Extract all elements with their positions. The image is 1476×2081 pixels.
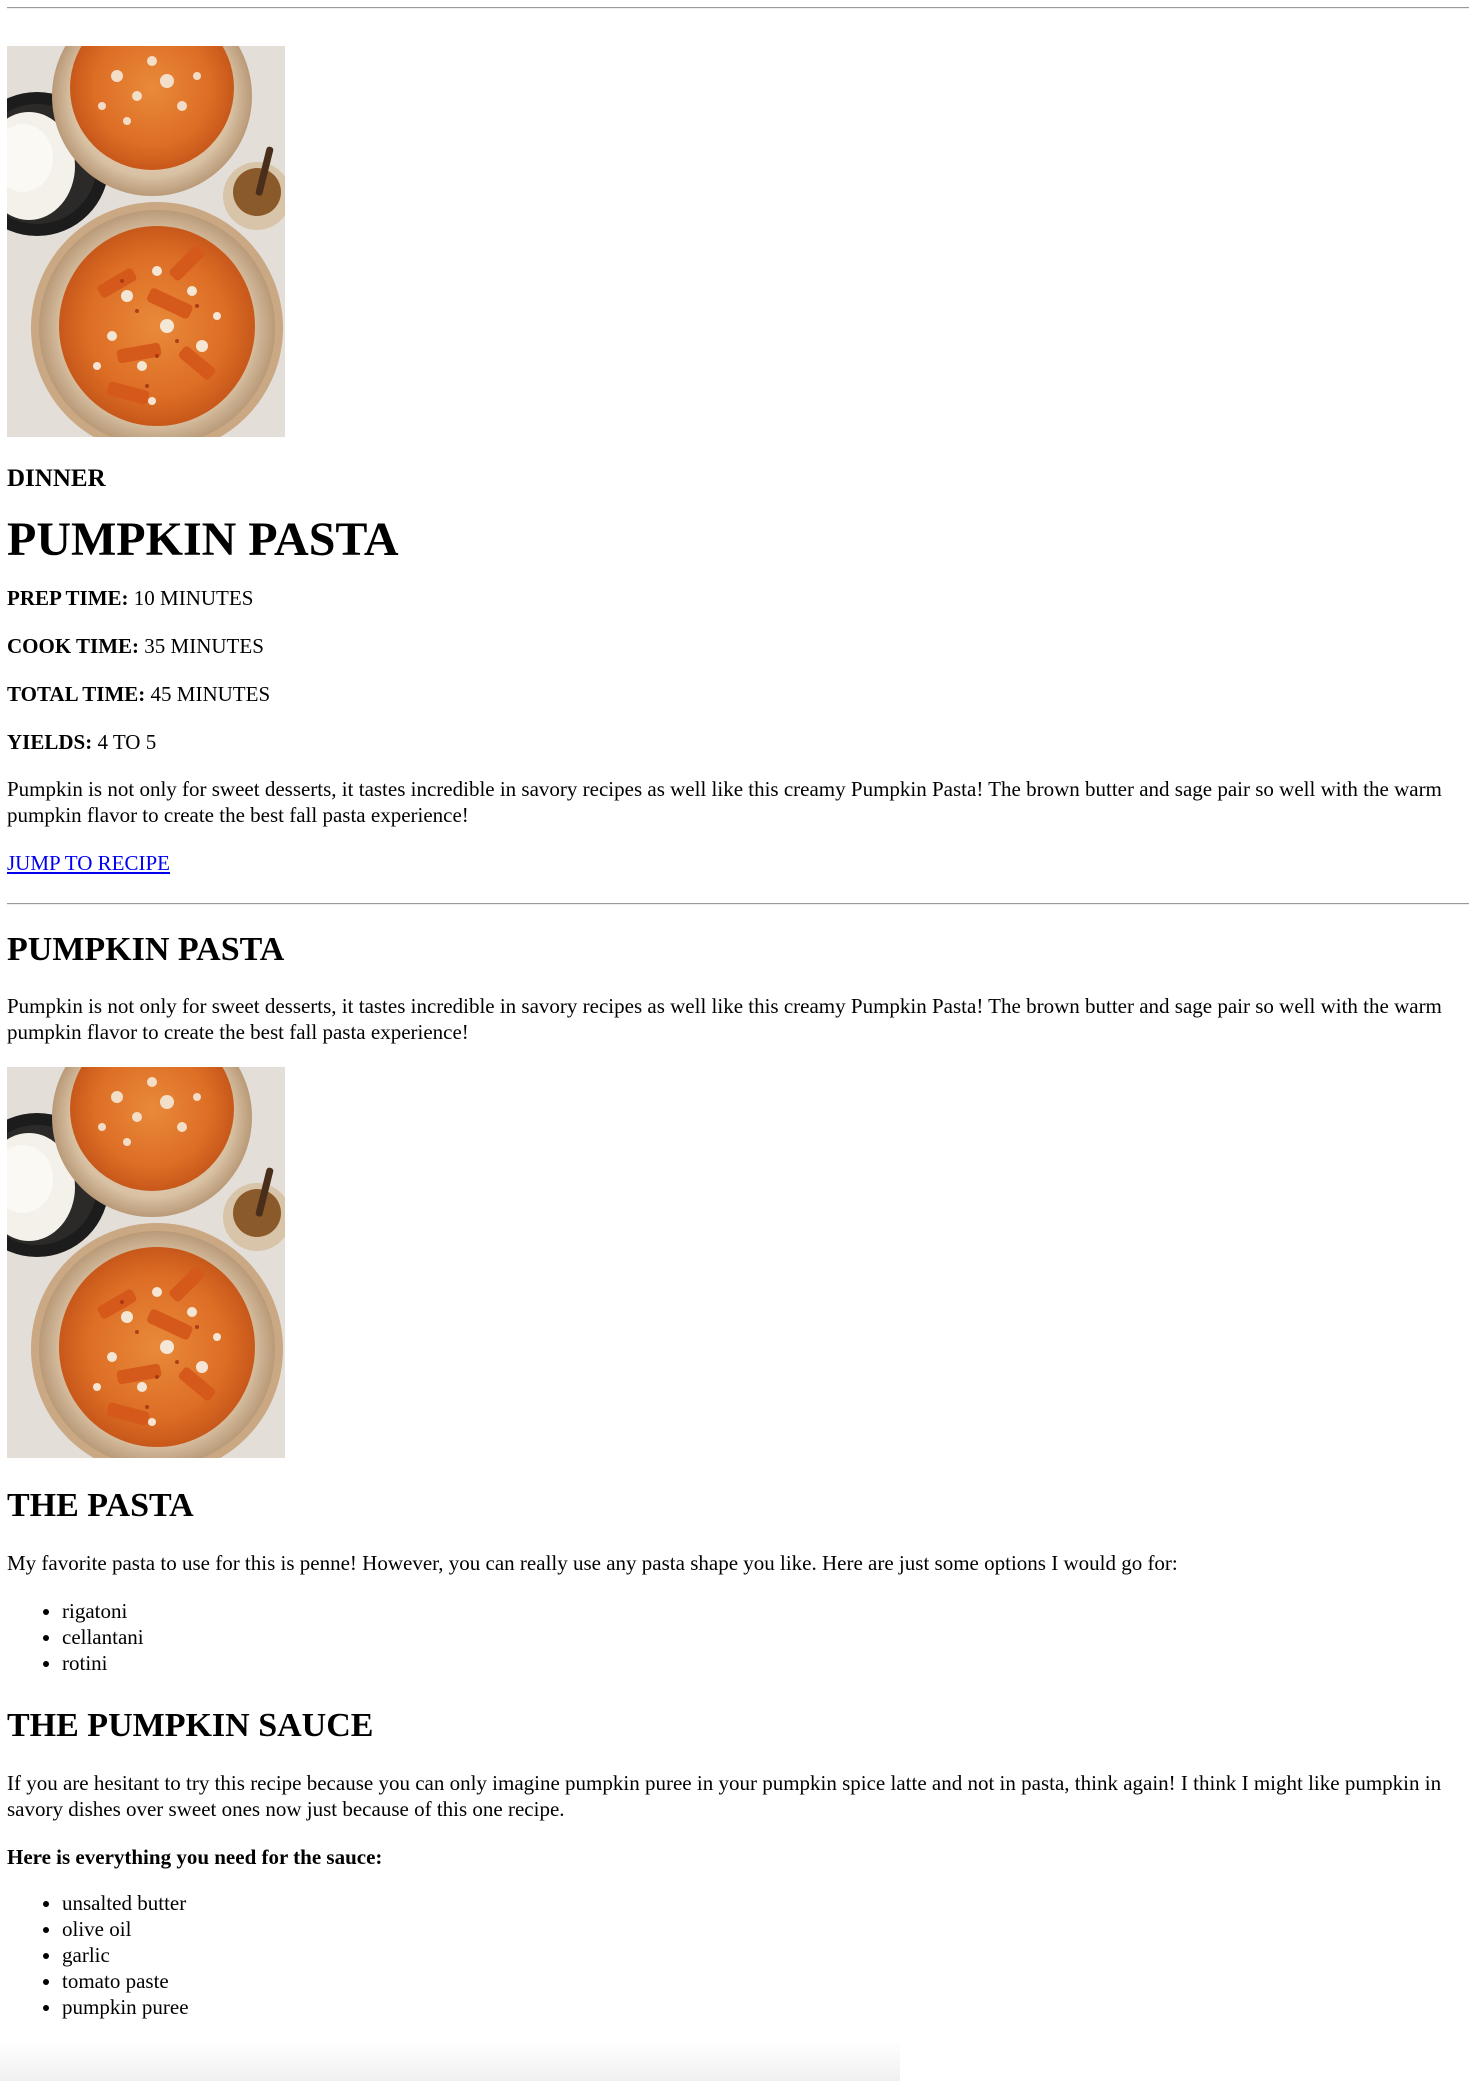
list-item: tomato paste (62, 1968, 1469, 1994)
total-time: TOTAL TIME: 45 MINUTES (7, 681, 1469, 707)
pumpkin-pasta-photo (7, 46, 285, 437)
recipe-title: PUMPKIN PASTA (7, 931, 285, 968)
list-item: pumpkin puree (62, 1994, 1469, 2020)
cook-time-value: 35 MINUTES (144, 634, 264, 658)
list-item: unsalted butter (62, 1890, 1469, 1916)
jump-to-recipe-link[interactable]: JUMP TO RECIPE (7, 850, 170, 876)
list-item: rigatoni (62, 1598, 1469, 1624)
recipe-page: DINNER PUMPKIN PASTA PREP TIME: 10 MINUT… (0, 7, 1476, 2020)
prep-time-value: 10 MINUTES (133, 586, 254, 610)
bottom-fade (0, 2041, 900, 2081)
prep-time: PREP TIME: 10 MINUTES (7, 585, 1469, 611)
list-item: garlic (62, 1942, 1469, 1968)
pasta-options-list: rigatoni cellantani rotini (7, 1598, 1469, 1676)
top-divider (7, 7, 1469, 9)
list-item: olive oil (62, 1916, 1469, 1942)
hero-image (7, 46, 1469, 437)
yields-label: YIELDS: (7, 730, 93, 754)
sauce-ingredients-list: unsalted butter olive oil garlic tomato … (7, 1890, 1469, 2020)
yields-value: 4 TO 5 (97, 730, 157, 754)
cook-time-label: COOK TIME: (7, 634, 140, 658)
pasta-paragraph: My favorite pasta to use for this is pen… (7, 1551, 1178, 1575)
section-divider (7, 903, 1469, 905)
yields: YIELDS: 4 TO 5 (7, 729, 1469, 755)
total-time-label: TOTAL TIME: (7, 682, 146, 706)
intro-paragraph: Pumpkin is not only for sweet desserts, … (7, 777, 1442, 827)
list-item: cellantani (62, 1624, 1469, 1650)
recipe-category: DINNER (7, 465, 106, 492)
list-item: rotini (62, 1650, 1469, 1676)
total-time-value: 45 MINUTES (150, 682, 271, 706)
sauce-needs-label: Here is everything you need for the sauc… (7, 1845, 383, 1869)
pasta-section-title: THE PASTA (7, 1487, 194, 1524)
sauce-paragraph: If you are hesitant to try this recipe b… (7, 1771, 1442, 1821)
pumpkin-pasta-photo-2 (7, 1067, 285, 1458)
sauce-section-title: THE PUMPKIN SAUCE (7, 1707, 374, 1744)
page-title: PUMPKIN PASTA (7, 513, 399, 566)
recipe-intro-paragraph: Pumpkin is not only for sweet desserts, … (7, 994, 1442, 1044)
recipe-image (7, 1067, 1469, 1458)
prep-time-label: PREP TIME: (7, 586, 129, 610)
cook-time: COOK TIME: 35 MINUTES (7, 633, 1469, 659)
